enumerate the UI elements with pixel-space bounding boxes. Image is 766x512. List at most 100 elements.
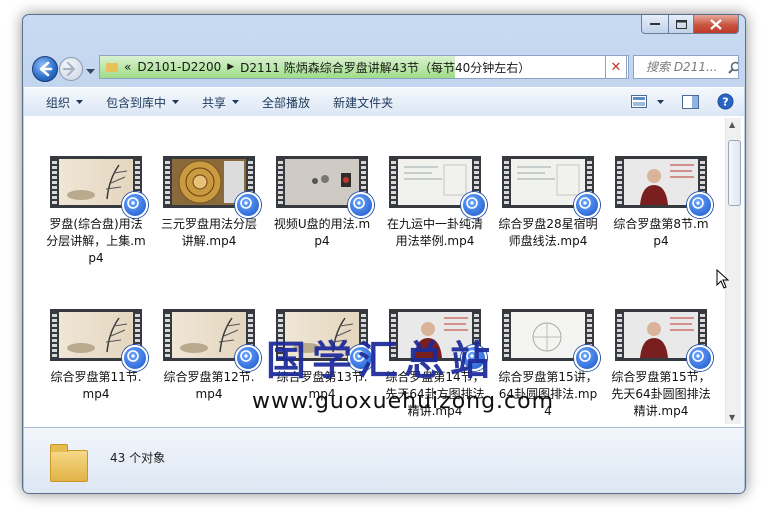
caption-buttons [641, 15, 739, 34]
video-thumbnail [502, 156, 600, 218]
file-name: 在九运中一卦纯清用法举例.mp4 [386, 217, 483, 248]
file-item[interactable]: 三元罗盘用法分层讲解.mp4 [159, 156, 261, 250]
video-thumbnail [615, 156, 713, 218]
film-perforation [52, 159, 57, 205]
new-folder-button[interactable]: 新建文件夹 [333, 94, 393, 111]
video-thumbnail [163, 309, 261, 371]
file-name: 综合罗盘第8节.mp4 [613, 217, 709, 248]
search-icon[interactable] [728, 61, 738, 74]
close-button[interactable] [694, 15, 739, 34]
file-name: 罗盘(综合盘)用法分层讲解，上集.mp4 [46, 217, 146, 265]
help-icon[interactable]: ? [717, 93, 734, 110]
breadcrumb-segment-1[interactable]: D2101-D2200 [137, 60, 221, 74]
watermark-title: 国学汇总站 [266, 337, 496, 384]
video-thumbnail [50, 309, 148, 371]
media-player-icon [687, 345, 713, 371]
include-in-library-menu[interactable]: 包含到库中 [106, 94, 180, 111]
svg-text:?: ? [722, 96, 728, 109]
play-all-button[interactable]: 全部播放 [262, 94, 310, 111]
breadcrumb-segment-2[interactable]: D2111 陈炳森综合罗盘讲解43节（每节40分钟左右） [240, 59, 530, 76]
video-thumbnail [615, 309, 713, 371]
minimize-button[interactable] [641, 15, 669, 34]
maximize-icon [675, 19, 687, 29]
film-perforation [278, 159, 283, 205]
scrollbar-thumb[interactable] [728, 140, 741, 206]
preview-pane-icon[interactable] [682, 94, 699, 109]
film-perforation [617, 159, 622, 205]
film-perforation [504, 312, 509, 358]
file-item[interactable]: 综合罗盘28星宿明师盘线法.mp4 [498, 156, 600, 250]
file-item[interactable]: 综合罗盘第12节.mp4 [159, 309, 261, 403]
media-player-icon [122, 192, 148, 218]
mouse-cursor-icon [716, 269, 730, 289]
file-item[interactable]: 综合罗盘第15节，先天64卦圆图排法精讲.mp4 [611, 309, 713, 420]
stop-icon: ✕ [610, 59, 622, 75]
media-player-icon [574, 192, 600, 218]
organize-menu[interactable]: 组织 [46, 94, 84, 111]
media-player-icon [461, 192, 487, 218]
chevron-down-icon [86, 69, 95, 74]
scroll-up-icon[interactable]: ▲ [729, 120, 735, 129]
recent-pages-button[interactable] [86, 64, 95, 78]
file-name: 三元罗盘用法分层讲解.mp4 [160, 217, 257, 248]
video-thumbnail [389, 156, 487, 218]
file-item[interactable]: 罗盘(综合盘)用法分层讲解，上集.mp4 [46, 156, 148, 267]
file-name: 综合罗盘第15节，先天64卦圆图排法精讲.mp4 [611, 370, 711, 418]
stop-button[interactable]: ✕ [605, 55, 627, 79]
file-item[interactable]: 在九运中一卦纯清用法举例.mp4 [385, 156, 487, 250]
new-folder-label: 新建文件夹 [333, 95, 394, 110]
back-arrow-icon [39, 61, 53, 77]
details-pane: 43 个对象 [24, 427, 744, 493]
forward-button[interactable] [59, 57, 83, 81]
share-menu[interactable]: 共享 [202, 94, 240, 111]
maximize-button[interactable] [669, 15, 694, 34]
file-item[interactable]: 综合罗盘第11节.mp4 [46, 309, 148, 403]
view-options-icon[interactable] [631, 95, 647, 108]
breadcrumb-separator-icon[interactable]: ▶ [227, 62, 234, 72]
scroll-down-icon[interactable]: ▼ [729, 413, 735, 422]
film-perforation [504, 159, 509, 205]
video-thumbnail [276, 156, 374, 218]
breadcrumb-overflow[interactable]: « [124, 60, 131, 74]
back-button[interactable] [32, 56, 58, 82]
toolbar-right: ? [631, 93, 734, 110]
share-label: 共享 [202, 95, 227, 110]
file-name: 综合罗盘第11节.mp4 [50, 370, 142, 401]
organize-label: 组织 [46, 95, 71, 110]
watermark-url: www.guoxuehuizong.com [252, 389, 555, 414]
chevron-down-icon[interactable] [657, 99, 664, 104]
file-item[interactable]: 综合罗盘第8节.mp4 [611, 156, 713, 250]
file-item[interactable]: 视频U盘的用法.mp4 [272, 156, 374, 250]
film-perforation [165, 312, 170, 358]
film-perforation [165, 159, 170, 205]
chevron-down-icon [232, 100, 240, 104]
film-perforation [617, 312, 622, 358]
forward-arrow-icon [62, 61, 76, 77]
video-thumbnail [163, 156, 261, 218]
search-input[interactable] [644, 59, 728, 75]
film-perforation [391, 159, 396, 205]
video-thumbnail [50, 156, 148, 218]
object-count: 43 个对象 [110, 451, 166, 465]
video-thumbnail [502, 309, 600, 371]
file-list: 罗盘(综合盘)用法分层讲解，上集.mp4 三元罗盘用法分层讲解.mp4 视频U盘的用… [24, 116, 744, 427]
media-player-icon [235, 345, 261, 371]
explorer-window: « D2101-D2200 ▶ D2111 陈炳森综合罗盘讲解43节（每节40分… [22, 14, 746, 494]
media-player-icon [235, 192, 261, 218]
chevron-down-icon [172, 100, 180, 104]
play-all-label: 全部播放 [262, 95, 311, 110]
address-bar[interactable]: « D2101-D2200 ▶ D2111 陈炳森综合罗盘讲解43节（每节40分… [99, 55, 629, 79]
file-name: 视频U盘的用法.mp4 [273, 217, 371, 248]
film-perforation [52, 312, 57, 358]
chevron-down-icon [76, 100, 84, 104]
media-player-icon [348, 192, 374, 218]
close-icon [710, 18, 722, 30]
media-player-icon [687, 192, 713, 218]
folder-icon [50, 444, 88, 482]
file-name: 综合罗盘28星宿明师盘线法.mp4 [498, 217, 598, 248]
search-box[interactable] [633, 55, 739, 79]
folder-icon [106, 62, 118, 72]
breadcrumb: « D2101-D2200 ▶ D2111 陈炳森综合罗盘讲解43节（每节40分… [124, 59, 530, 76]
minimize-icon [650, 23, 660, 25]
media-player-icon [574, 345, 600, 371]
